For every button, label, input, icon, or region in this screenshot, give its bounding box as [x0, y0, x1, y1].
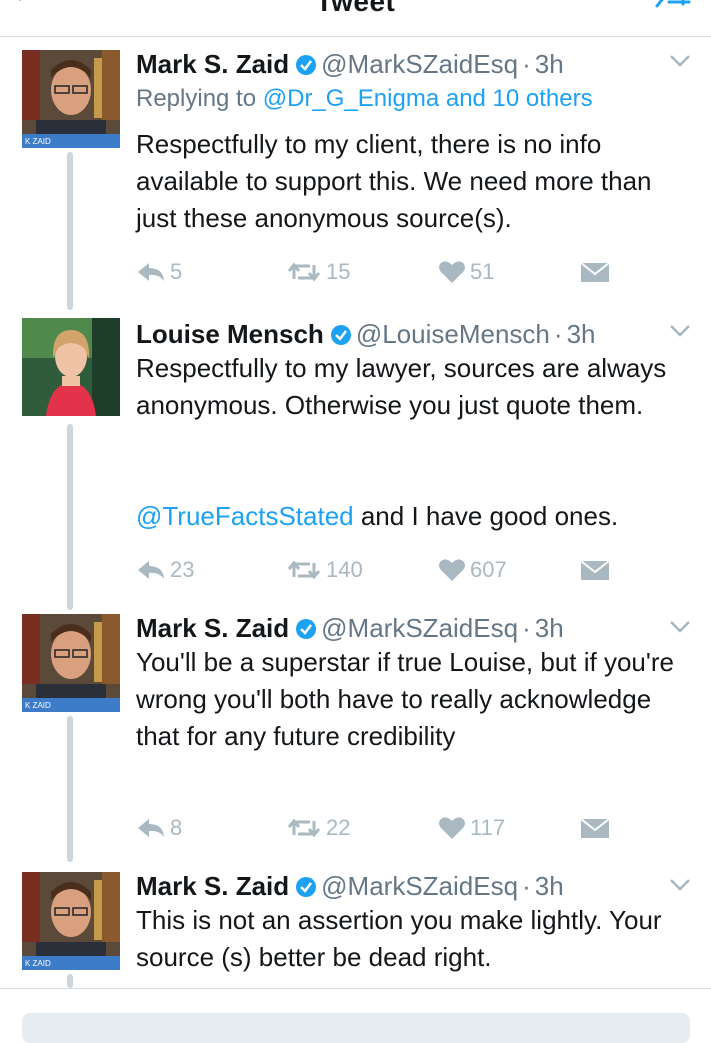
verified-badge-icon	[295, 873, 317, 905]
tweet-3[interactable]: K ZAID Mark S. Zaid @MarkSZaidEsq · 3h You'…	[0, 612, 711, 862]
thread-line	[67, 974, 73, 988]
tweet-4[interactable]: K ZAID Mark S. Zaid @MarkSZaidEsq · 3h This…	[0, 870, 711, 988]
chevron-down-icon[interactable]	[669, 620, 691, 639]
tweet-text: This is not an assertion you make lightl…	[136, 905, 669, 972]
tweet-text: You'll be a superstar if true Louise, bu…	[136, 647, 682, 751]
chevron-down-icon[interactable]	[669, 54, 691, 73]
reply-count: 8	[170, 815, 183, 840]
retweet-icon	[287, 560, 321, 580]
tweet-1[interactable]: K ZAID Mark S. Zaid @MarkSZaidEsq · 3h Repl…	[0, 48, 711, 310]
reply-icon	[138, 561, 164, 579]
tweet-actions: 23 140 607	[136, 552, 696, 588]
replying-to: Replying to @Dr_G_Enigma and 10 others	[136, 84, 593, 114]
reply-button[interactable]: 8	[136, 810, 182, 846]
avatar-caption: K ZAID	[25, 959, 51, 968]
compose-icon[interactable]	[653, 0, 693, 17]
mention-link[interactable]: @TrueFactsStated	[136, 501, 354, 531]
verified-badge-icon	[330, 321, 352, 353]
timestamp[interactable]: 3h	[535, 871, 564, 901]
handle[interactable]: @MarkSZaidEsq	[321, 49, 518, 79]
tweet-text: Respectfully to my lawyer, sources are a…	[136, 353, 674, 420]
reply-icon	[138, 263, 164, 281]
reply-button[interactable]: 23	[136, 552, 194, 588]
like-button[interactable]: 117	[438, 810, 505, 846]
thread-line	[67, 716, 73, 862]
tweet-text-continued: @TrueFactsStated and I have good ones.	[136, 498, 696, 535]
reply-button[interactable]: 5	[136, 254, 182, 290]
retweet-button[interactable]: 22	[286, 810, 350, 846]
avatar[interactable]	[22, 318, 120, 416]
reply-count: 5	[170, 259, 183, 284]
reply-input[interactable]	[22, 1013, 690, 1043]
display-name[interactable]: Mark S. Zaid	[136, 871, 289, 901]
retweet-button[interactable]: 15	[286, 254, 350, 290]
display-name[interactable]: Louise Mensch	[136, 319, 324, 349]
timestamp[interactable]: 3h	[567, 319, 596, 349]
thread-line	[67, 424, 73, 610]
tweet-header: Mark S. Zaid @MarkSZaidEsq · 3h	[136, 48, 696, 84]
tweet-header: Mark S. Zaid @MarkSZaidEsq · 3h	[136, 870, 696, 906]
tweet-text: Respectfully to my client, there is no i…	[136, 129, 659, 233]
handle[interactable]: @MarkSZaidEsq	[321, 871, 518, 901]
handle[interactable]: @MarkSZaidEsq	[321, 613, 518, 643]
heart-icon	[439, 559, 465, 581]
separator-dot: ·	[522, 613, 531, 643]
like-count: 51	[470, 259, 495, 284]
retweet-button[interactable]: 140	[286, 552, 363, 588]
retweet-count: 22	[326, 815, 351, 840]
verified-badge-icon	[295, 51, 317, 83]
direct-message-button[interactable]	[580, 552, 614, 588]
verified-badge-icon	[295, 615, 317, 647]
reply-icon	[138, 819, 164, 837]
display-name[interactable]: Mark S. Zaid	[136, 613, 289, 643]
retweet-count: 140	[326, 557, 363, 582]
heart-icon	[439, 261, 465, 283]
avatar[interactable]: K ZAID	[22, 50, 120, 148]
heart-icon	[439, 817, 465, 839]
replying-to-users-link[interactable]: @Dr_G_Enigma and 10 others	[263, 85, 593, 112]
tweet-actions: 5 15 51	[136, 254, 696, 290]
chevron-down-icon[interactable]	[669, 878, 691, 897]
tweet-text-tail: and I have good ones.	[353, 501, 619, 531]
timestamp[interactable]: 3h	[535, 49, 564, 79]
replying-to-label: Replying to	[136, 85, 257, 112]
top-nav-bar: Tweet	[0, 0, 711, 37]
direct-message-button[interactable]	[580, 254, 614, 290]
avatar[interactable]: K ZAID	[22, 872, 120, 970]
reply-count: 23	[170, 557, 195, 582]
direct-message-button[interactable]	[580, 810, 614, 846]
retweet-count: 15	[326, 259, 351, 284]
avatar[interactable]: K ZAID	[22, 614, 120, 712]
like-count: 117	[470, 815, 506, 840]
retweet-icon	[287, 262, 321, 282]
separator-dot: ·	[522, 871, 531, 901]
tweet-header: Mark S. Zaid @MarkSZaidEsq · 3h	[136, 612, 696, 648]
handle[interactable]: @LouiseMensch	[356, 319, 550, 349]
tweet-header: Louise Mensch @LouiseMensch · 3h	[136, 318, 696, 354]
retweet-icon	[287, 818, 321, 838]
reply-bar	[0, 988, 711, 1043]
separator-dot: ·	[553, 319, 563, 349]
page-title: Tweet	[315, 0, 396, 17]
separator-dot: ·	[522, 49, 531, 79]
timestamp[interactable]: 3h	[535, 613, 564, 643]
avatar-caption: K ZAID	[25, 701, 51, 710]
tweet-actions: 8 22 117	[136, 810, 696, 846]
envelope-icon	[580, 560, 610, 580]
envelope-icon	[580, 262, 610, 282]
like-button[interactable]: 51	[438, 254, 494, 290]
display-name[interactable]: Mark S. Zaid	[136, 49, 289, 79]
like-count: 607	[470, 557, 507, 582]
thread-line	[67, 152, 73, 310]
envelope-icon	[580, 818, 610, 838]
avatar-caption: K ZAID	[25, 137, 51, 146]
like-button[interactable]: 607	[438, 552, 507, 588]
tweet-2[interactable]: Louise Mensch @LouiseMensch · 3h Respectful…	[0, 318, 711, 610]
chevron-down-icon[interactable]	[669, 324, 691, 343]
